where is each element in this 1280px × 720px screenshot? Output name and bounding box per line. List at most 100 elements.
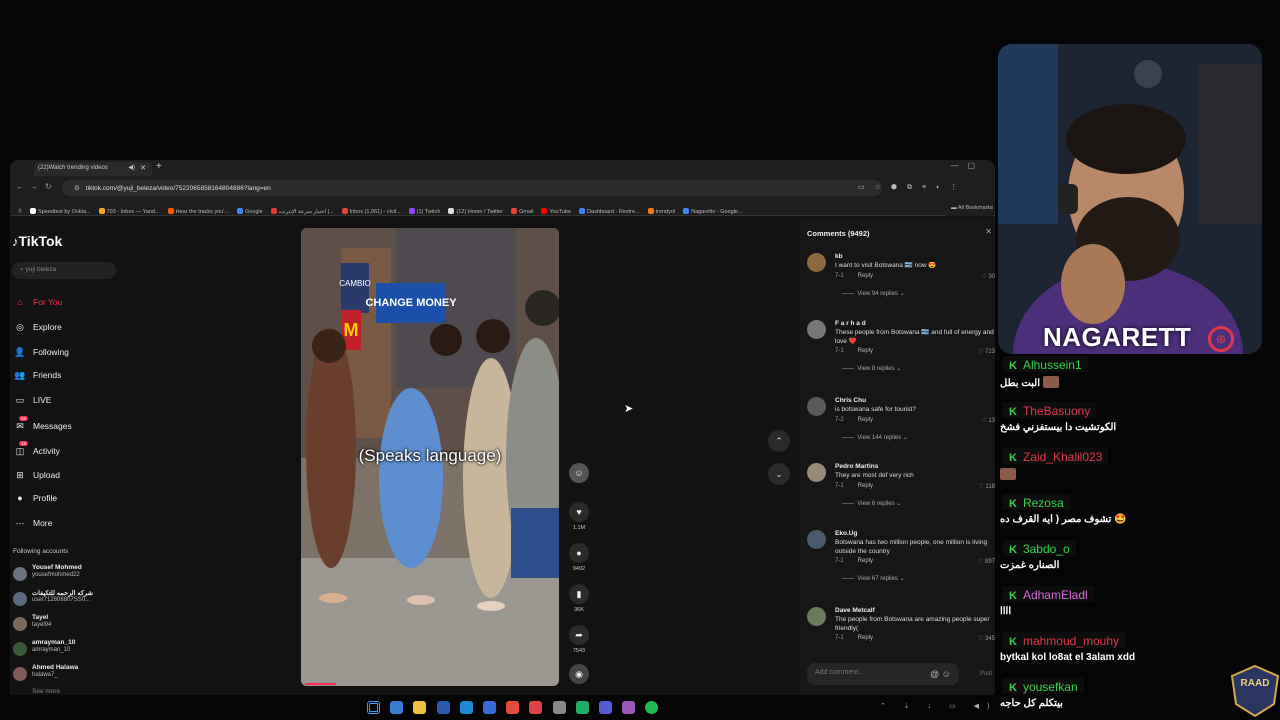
nav-explore[interactable]: ◎ Explore bbox=[13, 322, 62, 333]
following-account[interactable]: شركه الرحمه للتكيفات user712808807SS0... bbox=[13, 589, 123, 611]
comment-username[interactable]: Chris Chu bbox=[835, 397, 866, 404]
following-account[interactable]: Ahmed Halawa halawa7_ bbox=[13, 664, 123, 686]
video-player[interactable]: CHANGE MONEY CAMBIO M (Speaks language) bbox=[301, 228, 559, 686]
chat-username[interactable]: K Zaid_Khalil023 bbox=[1003, 448, 1109, 464]
chat-username[interactable]: K TheBasuony bbox=[1003, 402, 1097, 418]
chat-username[interactable]: Kmahmoud_mouhy bbox=[1003, 632, 1126, 648]
like-button[interactable]: ♥ 1.1M bbox=[568, 502, 590, 531]
nav-live[interactable]: ▭ LIVE bbox=[13, 395, 52, 406]
bookmark-item[interactable]: Gmail bbox=[511, 204, 533, 215]
search-input[interactable]: ⌕ yuji beleza bbox=[12, 262, 116, 279]
app-icon[interactable] bbox=[483, 701, 496, 714]
bookmark-item[interactable]: Speedtest by Ookla... bbox=[30, 204, 91, 215]
post-button[interactable]: Post bbox=[980, 671, 992, 677]
comment-like[interactable]: ♡ 723 bbox=[978, 348, 995, 355]
comment-like[interactable]: ♡ 118 bbox=[978, 483, 995, 490]
avatar[interactable] bbox=[807, 530, 826, 549]
reply-button[interactable]: Reply bbox=[858, 417, 873, 423]
reload-icon[interactable]: ↻ bbox=[45, 182, 52, 191]
save-button[interactable]: ▮ 36K bbox=[568, 584, 590, 613]
comment-username[interactable]: Dave Metcalf bbox=[835, 607, 875, 614]
search-app-icon[interactable] bbox=[390, 701, 404, 714]
comment-like[interactable]: ♡ 345 bbox=[978, 635, 995, 642]
chrome-icon[interactable] bbox=[506, 701, 520, 714]
chat-username[interactable]: K Rezosa bbox=[1003, 494, 1070, 510]
avatar[interactable] bbox=[807, 463, 826, 482]
back-icon[interactable]: ← bbox=[16, 182, 24, 191]
close-tab-icon[interactable]: ✕ bbox=[140, 164, 146, 172]
nav-activity[interactable]: ◫ 18 Activity bbox=[13, 441, 60, 457]
browser-tab[interactable]: (22)Watch trending videos ◀) ✕ bbox=[34, 162, 152, 176]
window-controls[interactable]: — ▢ bbox=[951, 161, 975, 170]
messenger-icon[interactable] bbox=[622, 701, 636, 714]
nav-following[interactable]: 👤 Following bbox=[13, 347, 69, 358]
comment-username[interactable]: Pedro Martins bbox=[835, 463, 878, 470]
site-info-icon[interactable]: ⚙ bbox=[74, 185, 80, 192]
nav-upload[interactable]: ⊞ Upload bbox=[13, 470, 60, 481]
browser-icon[interactable] bbox=[529, 701, 543, 714]
start-icon[interactable] bbox=[367, 701, 380, 714]
view-replies-button[interactable]: —— View 6 replies ⌄ bbox=[842, 500, 901, 507]
next-video-button[interactable]: ⌄ bbox=[768, 463, 790, 485]
bookmark-item[interactable]: trendyol bbox=[647, 204, 675, 215]
chat-username[interactable]: Kyousefkan bbox=[1003, 678, 1084, 694]
comment-button[interactable]: ● 9492 bbox=[568, 543, 590, 572]
forward-icon[interactable]: → bbox=[30, 182, 38, 191]
toolbar-icons[interactable]: ▭☆⬢⧉≡◐⋮ bbox=[858, 183, 967, 192]
nav-more[interactable]: ⋯ More bbox=[13, 518, 53, 529]
nav-for-you[interactable]: ⌂ For You bbox=[13, 297, 62, 307]
view-replies-button[interactable]: —— View 144 replies ⌄ bbox=[842, 434, 908, 441]
whatsapp-icon[interactable] bbox=[575, 701, 589, 714]
comment-like[interactable]: ♡ 30 bbox=[981, 273, 995, 280]
comment-username[interactable]: F a r h a d bbox=[835, 320, 866, 327]
reply-button[interactable]: Reply bbox=[858, 273, 873, 279]
discord-icon[interactable] bbox=[599, 701, 612, 714]
view-replies-button[interactable]: —— View 94 replies ⌄ bbox=[842, 290, 905, 297]
all-bookmarks-button[interactable]: ▬ All Bookmarks bbox=[945, 200, 993, 216]
app-icon[interactable] bbox=[552, 701, 566, 714]
see-more-link[interactable]: See more bbox=[32, 688, 60, 695]
video-progress-bar[interactable] bbox=[305, 683, 336, 685]
avatar[interactable] bbox=[807, 253, 826, 272]
avatar[interactable] bbox=[807, 397, 826, 416]
previous-video-button[interactable]: ⌃ bbox=[768, 430, 790, 452]
chat-username[interactable]: K 3abdo_o bbox=[1003, 540, 1076, 556]
bookmark-item[interactable]: YouTube bbox=[541, 204, 571, 215]
file-explorer-icon[interactable] bbox=[413, 701, 427, 714]
comment-like[interactable]: ♡ 13 bbox=[981, 417, 995, 424]
edge-icon[interactable] bbox=[459, 701, 473, 714]
view-replies-button[interactable]: —— View 8 replies ⌄ bbox=[842, 365, 901, 372]
chat-username[interactable]: K Alhussein1 bbox=[1003, 356, 1088, 372]
bookmark-item[interactable]: (1) Twitch bbox=[408, 204, 440, 215]
following-account[interactable]: Yousef Mohmed yousefmohmed22 bbox=[13, 564, 123, 586]
following-account[interactable]: Tayel tayel94 bbox=[13, 614, 123, 636]
bookmark-item[interactable]: Google bbox=[236, 204, 263, 215]
mail-icon[interactable] bbox=[436, 701, 450, 714]
avatar[interactable] bbox=[807, 607, 826, 626]
tiktok-logo[interactable]: ♪TikTok bbox=[12, 233, 62, 249]
creator-avatar[interactable]: ☺ bbox=[568, 463, 590, 483]
bookmark-item[interactable]: (12) Home / Twitter bbox=[448, 204, 503, 215]
nav-messages[interactable]: ✉ 55 Messages bbox=[13, 416, 72, 432]
share-button[interactable]: ➦ 7543 bbox=[568, 625, 590, 654]
reply-button[interactable]: Reply bbox=[858, 558, 873, 564]
nav-friends[interactable]: 👥 Friends bbox=[13, 370, 61, 381]
view-replies-button[interactable]: —— View 67 replies ⌄ bbox=[842, 575, 905, 582]
reply-button[interactable]: Reply bbox=[858, 483, 873, 489]
mention-emoji-icons[interactable]: @ ☺ bbox=[930, 669, 951, 679]
comment-username[interactable]: Eko.Ug bbox=[835, 530, 857, 537]
new-tab-button[interactable]: + bbox=[156, 161, 162, 172]
speaker-icon[interactable]: ◀) bbox=[128, 164, 135, 171]
following-account[interactable]: amrayman_10 amrayman_10 bbox=[13, 639, 123, 661]
bookmark-item[interactable]: Inbox (1,061) - civil... bbox=[341, 204, 401, 215]
avatar[interactable] bbox=[807, 320, 826, 339]
bookmark-item[interactable]: Nagaretto - Google... bbox=[683, 204, 743, 215]
reply-button[interactable]: Reply bbox=[858, 635, 873, 641]
bookmark-item[interactable]: Dashboard - Restre... bbox=[579, 204, 640, 215]
close-icon[interactable]: ✕ bbox=[985, 227, 992, 236]
reply-button[interactable]: Reply bbox=[858, 348, 873, 354]
nav-profile[interactable]: ● Profile bbox=[13, 493, 57, 503]
apps-icon[interactable]: ⠿ bbox=[18, 204, 22, 215]
comment-like[interactable]: ♡ 897 bbox=[978, 558, 995, 565]
chat-username[interactable]: K AdhamEladl bbox=[1003, 586, 1094, 602]
